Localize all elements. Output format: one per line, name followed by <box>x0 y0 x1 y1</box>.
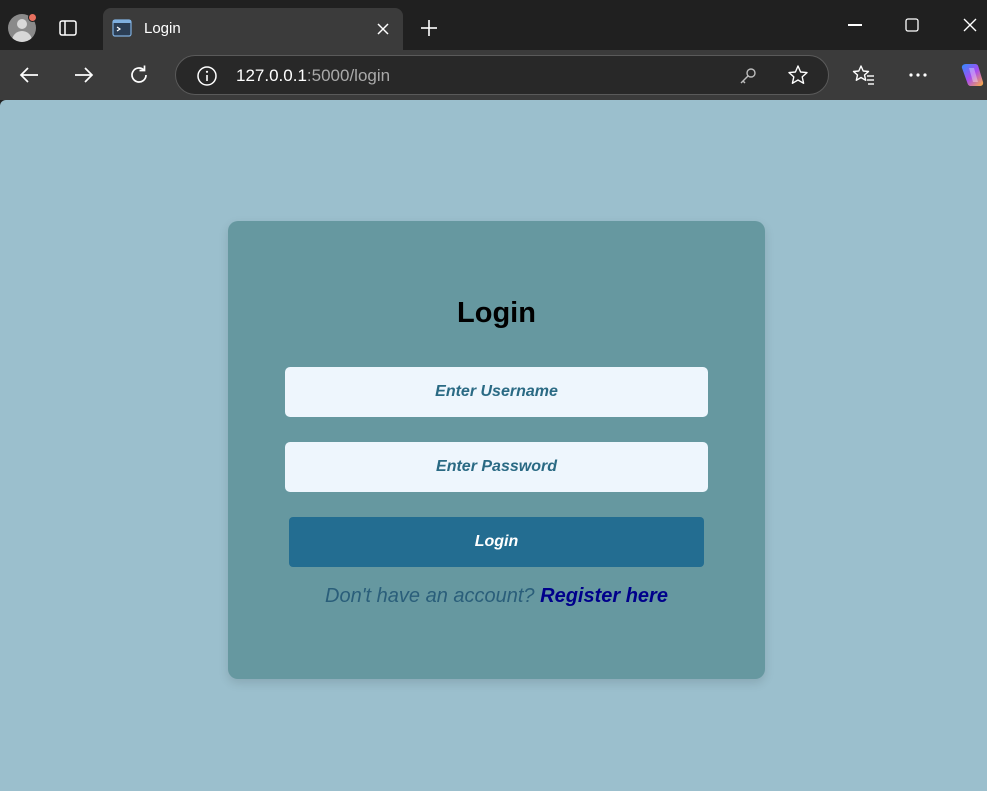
key-icon[interactable] <box>738 66 758 86</box>
page-viewport: Login Login Don't have an account? Regis… <box>0 100 987 791</box>
tab-title: Login <box>144 20 181 37</box>
browser-toolbar: 127.0.0.1:5000/login <box>0 50 987 100</box>
favorites-icon[interactable] <box>852 63 876 87</box>
info-icon[interactable] <box>196 65 218 87</box>
sidebar-toggle-icon[interactable] <box>58 18 78 38</box>
refresh-icon[interactable] <box>127 63 151 87</box>
notification-dot <box>28 13 37 22</box>
page-title: Login <box>457 297 536 329</box>
terminal-icon <box>112 19 132 37</box>
url-path: :5000/login <box>306 66 391 85</box>
back-arrow-icon[interactable] <box>17 63 41 87</box>
url-host: 127.0.0.1 <box>236 66 307 85</box>
password-input[interactable] <box>285 442 708 492</box>
copilot-icon[interactable] <box>958 61 986 89</box>
more-icon[interactable] <box>906 63 930 87</box>
title-bar: Login <box>0 0 987 50</box>
url-text[interactable]: 127.0.0.1:5000/login <box>236 66 390 86</box>
register-prompt-text: Don't have an account? <box>325 585 535 607</box>
tab-login[interactable]: Login <box>103 8 403 50</box>
address-bar[interactable]: 127.0.0.1:5000/login <box>175 55 829 95</box>
register-prompt: Don't have an account? Register here <box>228 585 765 608</box>
star-icon[interactable] <box>787 64 809 86</box>
close-icon[interactable] <box>375 21 391 37</box>
register-link[interactable]: Register here <box>540 585 668 607</box>
window-close-icon[interactable] <box>961 16 979 34</box>
maximize-icon[interactable] <box>904 17 920 33</box>
login-card: Login Login Don't have an account? Regis… <box>228 221 765 679</box>
login-button[interactable]: Login <box>289 517 704 567</box>
new-tab-icon[interactable] <box>418 17 440 39</box>
minimize-icon[interactable] <box>848 24 862 26</box>
username-input[interactable] <box>285 367 708 417</box>
forward-arrow-icon[interactable] <box>72 63 96 87</box>
